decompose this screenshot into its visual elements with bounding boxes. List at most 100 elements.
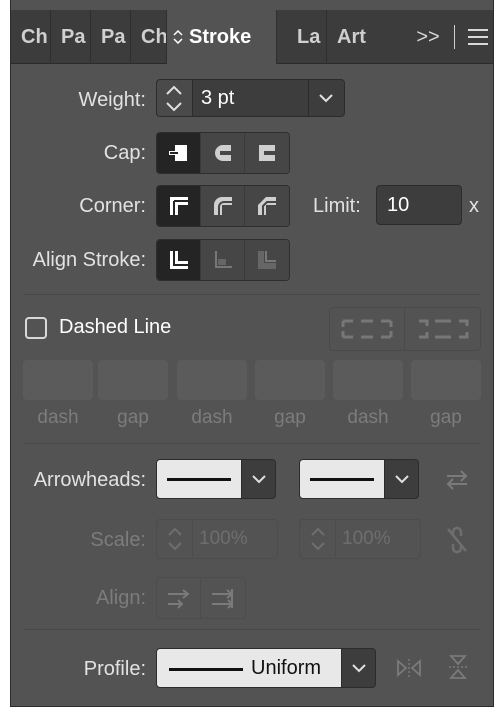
swap-arrowheads-icon[interactable] bbox=[443, 467, 471, 493]
round-cap-icon bbox=[214, 145, 231, 161]
end-arrowhead-dropdown[interactable] bbox=[385, 459, 419, 499]
align-stroke-inside-icon bbox=[214, 251, 232, 268]
start-arrowhead-dropdown[interactable] bbox=[242, 459, 276, 499]
gap-input-2[interactable] bbox=[255, 360, 325, 400]
dash-caption: dash bbox=[191, 407, 233, 428]
chevron-down-icon bbox=[251, 475, 266, 484]
projecting-cap-icon bbox=[259, 145, 275, 161]
dashed-line-checkbox[interactable] bbox=[25, 317, 47, 339]
align-stroke-button-group bbox=[156, 239, 290, 281]
align-inside-button[interactable] bbox=[201, 240, 245, 280]
bevel-join-button[interactable] bbox=[245, 186, 289, 226]
place-arrow-tip-button[interactable] bbox=[201, 578, 245, 618]
tab-label: Art bbox=[337, 25, 366, 48]
end-arrowhead-swatch bbox=[299, 459, 385, 499]
tab-character-styles[interactable]: Ch bbox=[131, 10, 167, 64]
start-scale-field[interactable]: 100% bbox=[156, 519, 278, 559]
gap-input-1[interactable] bbox=[98, 360, 168, 400]
gap-caption: gap bbox=[117, 407, 149, 428]
tab-label: Pa bbox=[101, 25, 126, 48]
weight-dropdown-button[interactable] bbox=[309, 79, 345, 117]
chevron-up-icon[interactable] bbox=[165, 84, 183, 96]
extend-arrow-tip-button[interactable] bbox=[157, 578, 201, 618]
tab-layers[interactable]: La bbox=[287, 10, 327, 64]
tab-artboards[interactable]: Art bbox=[327, 10, 375, 64]
align-stroke-label: Align Stroke: bbox=[32, 249, 146, 271]
align-outside-button[interactable] bbox=[245, 240, 289, 280]
tab-label: Ch bbox=[21, 25, 48, 48]
end-scale-value: 100% bbox=[342, 528, 391, 549]
start-arrowhead-swatch bbox=[156, 459, 242, 499]
scale-label: Scale: bbox=[90, 529, 146, 551]
chevron-updown-icon bbox=[173, 29, 183, 45]
preserve-dashes-icon bbox=[341, 319, 393, 339]
end-arrowhead-select[interactable] bbox=[299, 459, 419, 499]
tab-label: Pa bbox=[61, 25, 86, 48]
extend-arrow-icon bbox=[167, 589, 190, 609]
tab-label: La bbox=[297, 25, 321, 48]
gap-caption: gap bbox=[274, 407, 306, 428]
miter-limit-input[interactable]: 10 bbox=[376, 185, 462, 225]
dash-input-1[interactable] bbox=[23, 360, 93, 400]
tab-stroke[interactable]: Stroke bbox=[167, 10, 277, 64]
chevron-down-icon bbox=[319, 94, 333, 103]
tab-tools: >> bbox=[410, 10, 493, 64]
preserve-dashes-button[interactable] bbox=[330, 308, 405, 350]
divider bbox=[23, 294, 481, 295]
more-tabs-button[interactable]: >> bbox=[410, 26, 446, 49]
dash-caption: dash bbox=[347, 407, 389, 428]
gap-caption: gap bbox=[430, 407, 462, 428]
round-cap-button[interactable] bbox=[201, 133, 245, 173]
butt-cap-icon bbox=[168, 145, 187, 161]
end-scale-field[interactable]: 100% bbox=[299, 519, 421, 559]
chevron-down-icon[interactable] bbox=[165, 101, 183, 113]
align-label: Align: bbox=[95, 587, 146, 609]
projecting-cap-button[interactable] bbox=[245, 133, 289, 173]
dash-alignment-group bbox=[329, 307, 481, 351]
tab-bar: Ch Pa Pa Ch Stroke La Art >> bbox=[11, 10, 493, 64]
profile-line bbox=[169, 668, 243, 671]
start-arrowhead-select[interactable] bbox=[156, 459, 276, 499]
dashed-line-label: Dashed Line bbox=[59, 316, 172, 338]
flip-along-icon[interactable] bbox=[395, 655, 423, 681]
tab-separator bbox=[454, 25, 455, 49]
align-dashes-icon bbox=[418, 319, 468, 339]
arrow-align-group bbox=[156, 577, 246, 619]
panel-menu-icon[interactable] bbox=[463, 29, 493, 45]
corner-button-group bbox=[156, 185, 290, 227]
profile-value: Uniform bbox=[251, 657, 322, 679]
round-join-button[interactable] bbox=[201, 186, 245, 226]
tab-pathfinder[interactable]: Pa bbox=[91, 10, 131, 64]
stepper-icon bbox=[167, 527, 182, 551]
dash-input-3[interactable] bbox=[333, 360, 403, 400]
weight-input[interactable]: 3 pt bbox=[192, 79, 309, 117]
stroke-panel: Ch Pa Pa Ch Stroke La Art >> Weight: 3 p… bbox=[10, 0, 494, 707]
cap-button-group bbox=[156, 132, 290, 174]
link-scale-icon[interactable] bbox=[444, 524, 470, 556]
tab-paragraph[interactable]: Pa bbox=[51, 10, 91, 64]
align-stroke-center-icon bbox=[169, 251, 188, 269]
tab-character[interactable]: Ch bbox=[11, 10, 51, 64]
gap-input-3[interactable] bbox=[411, 360, 481, 400]
arrowheads-label: Arrowheads: bbox=[33, 469, 146, 491]
start-scale-value: 100% bbox=[199, 528, 248, 549]
chevron-down-icon bbox=[351, 664, 366, 673]
miter-join-button[interactable] bbox=[157, 186, 201, 226]
bevel-join-icon bbox=[258, 197, 276, 215]
round-join-icon bbox=[213, 197, 232, 215]
butt-cap-button[interactable] bbox=[157, 133, 201, 173]
weight-stepper[interactable] bbox=[156, 79, 192, 117]
profile-dropdown[interactable] bbox=[342, 648, 376, 688]
end-scale-stepper[interactable] bbox=[300, 520, 336, 558]
chevron-down-icon bbox=[394, 475, 409, 484]
dash-input-2[interactable] bbox=[177, 360, 247, 400]
align-center-button[interactable] bbox=[157, 240, 201, 280]
divider bbox=[23, 629, 481, 630]
profile-select[interactable]: Uniform bbox=[156, 648, 376, 688]
corner-label: Corner: bbox=[79, 195, 146, 217]
align-dashes-button[interactable] bbox=[405, 308, 480, 350]
tab-label: Stroke bbox=[189, 25, 252, 48]
limit-unit: x bbox=[469, 195, 479, 217]
start-scale-stepper[interactable] bbox=[157, 520, 193, 558]
flip-across-icon[interactable] bbox=[445, 653, 471, 681]
